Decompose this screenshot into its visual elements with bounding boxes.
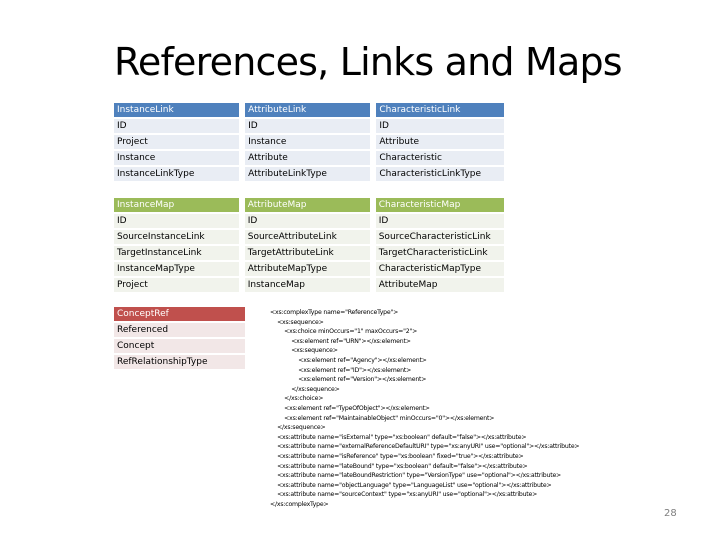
attribute-link-header: AttributeLink: [239, 103, 371, 117]
table-row: InstanceMapType AttributeMapType Charact…: [114, 262, 504, 276]
table-cell: ID: [370, 119, 504, 133]
code-line: <xs:element ref="Agency"></xs:element>: [270, 356, 427, 364]
link-header-row: InstanceLink AttributeLink Characteristi…: [114, 103, 504, 117]
table-row: SourceInstanceLink SourceAttributeLink S…: [114, 230, 504, 244]
code-line: <xs:complexType name="ReferenceType">: [270, 309, 399, 316]
table-cell: Instance: [239, 135, 371, 149]
code-line: <xs:sequence>: [270, 347, 338, 355]
table-row: ID ID ID: [114, 214, 504, 228]
table-row: RefRelationshipType: [114, 355, 245, 369]
table-cell: Referenced: [114, 323, 245, 337]
table-cell: ID: [114, 214, 239, 228]
table-row: Referenced: [114, 323, 245, 337]
table-cell: RefRelationshipType: [114, 355, 245, 369]
table-row: Instance Attribute Characteristic: [114, 151, 504, 165]
slide-title: References, Links and Maps: [114, 40, 623, 84]
instance-link-header: InstanceLink: [114, 103, 240, 117]
table-cell: ID: [238, 214, 370, 228]
concept-ref-header-row: ConceptRef: [114, 307, 245, 321]
map-tables: InstanceMap AttributeMap CharacteristicM…: [114, 196, 504, 294]
table-cell: AttributeMapType: [238, 262, 370, 276]
attribute-map-header: AttributeMap: [238, 198, 370, 212]
code-line: <xs:attribute name="lateBoundRestriction…: [270, 472, 562, 480]
code-line: <xs:attribute name="objectLanguage" type…: [270, 481, 552, 489]
table-cell: InstanceMap: [238, 278, 370, 292]
instance-map-header: InstanceMap: [114, 198, 239, 212]
table-cell: ID: [114, 119, 240, 133]
table-cell: Characteristic: [370, 151, 504, 165]
code-line: <xs:attribute name="lateBound" type="xs:…: [270, 462, 528, 470]
code-line: </xs:sequence>: [270, 385, 340, 393]
code-line: <xs:element ref="Version"></xs:element>: [270, 376, 427, 384]
code-line: <xs:choice minOccurs="1" maxOccurs="2">: [270, 328, 418, 336]
table-cell: Attribute: [370, 135, 504, 149]
characteristic-map-header: CharacteristicMap: [369, 198, 504, 212]
code-line: </xs:complexType>: [270, 500, 329, 508]
code-line: <xs:attribute name="externalReferenceDef…: [270, 443, 580, 451]
table-row: Project Instance Attribute: [114, 135, 504, 149]
table-cell: ID: [239, 119, 371, 133]
characteristic-link-header: CharacteristicLink: [370, 103, 504, 117]
code-line: <xs:attribute name="isReference" type="x…: [270, 452, 524, 460]
table-cell: Attribute: [239, 151, 371, 165]
table-cell: CharacteristicLinkType: [370, 167, 504, 181]
table-cell: AttributeMap: [369, 278, 504, 292]
table-cell: TargetInstanceLink: [114, 246, 239, 260]
table-cell: Concept: [114, 339, 245, 353]
table-row: Concept: [114, 339, 245, 353]
code-line: <xs:element ref="ID"></xs:element>: [270, 366, 412, 374]
table-cell: Project: [114, 278, 239, 292]
code-line: <xs:attribute name="isExternal" type="xs…: [270, 433, 527, 441]
table-row: TargetInstanceLink TargetAttributeLink T…: [114, 246, 504, 260]
code-line: </xs:sequence>: [270, 424, 326, 432]
table-cell: Instance: [114, 151, 240, 165]
table-cell: CharacteristicMapType: [369, 262, 504, 276]
table-cell: AttributeLinkType: [239, 167, 371, 181]
code-line: <xs:attribute name="sourceContext" type=…: [270, 491, 538, 499]
code-line: <xs:element ref="MaintainableObject" min…: [270, 414, 495, 422]
page-number: 28: [664, 508, 677, 519]
link-tables: InstanceLink AttributeLink Characteristi…: [114, 101, 504, 183]
code-line: </xs:choice>: [270, 395, 324, 403]
table-cell: Project: [114, 135, 240, 149]
xml-schema-code: <xs:complexType name="ReferenceType"> <x…: [270, 308, 580, 509]
table-cell: InstanceLinkType: [114, 167, 240, 181]
concept-ref-header: ConceptRef: [114, 307, 245, 321]
table-cell: SourceCharacteristicLink: [369, 230, 504, 244]
table-cell: TargetAttributeLink: [238, 246, 370, 260]
table-cell: SourceInstanceLink: [114, 230, 239, 244]
code-line: <xs:element ref="URN"></xs:element>: [270, 337, 411, 345]
table-cell: TargetCharacteristicLink: [369, 246, 504, 260]
table-cell: ID: [369, 214, 504, 228]
concept-ref-table: ConceptRef Referenced Concept RefRelatio…: [114, 305, 245, 371]
table-row: ID ID ID: [114, 119, 504, 133]
table-row: Project InstanceMap AttributeMap: [114, 278, 504, 292]
table-cell: SourceAttributeLink: [238, 230, 370, 244]
code-line: <xs:element ref="TypeOfObject"></xs:elem…: [270, 404, 430, 412]
code-line: <xs:sequence>: [270, 318, 324, 326]
table-cell: InstanceMapType: [114, 262, 239, 276]
table-row: InstanceLinkType AttributeLinkType Chara…: [114, 167, 504, 181]
map-header-row: InstanceMap AttributeMap CharacteristicM…: [114, 198, 504, 212]
